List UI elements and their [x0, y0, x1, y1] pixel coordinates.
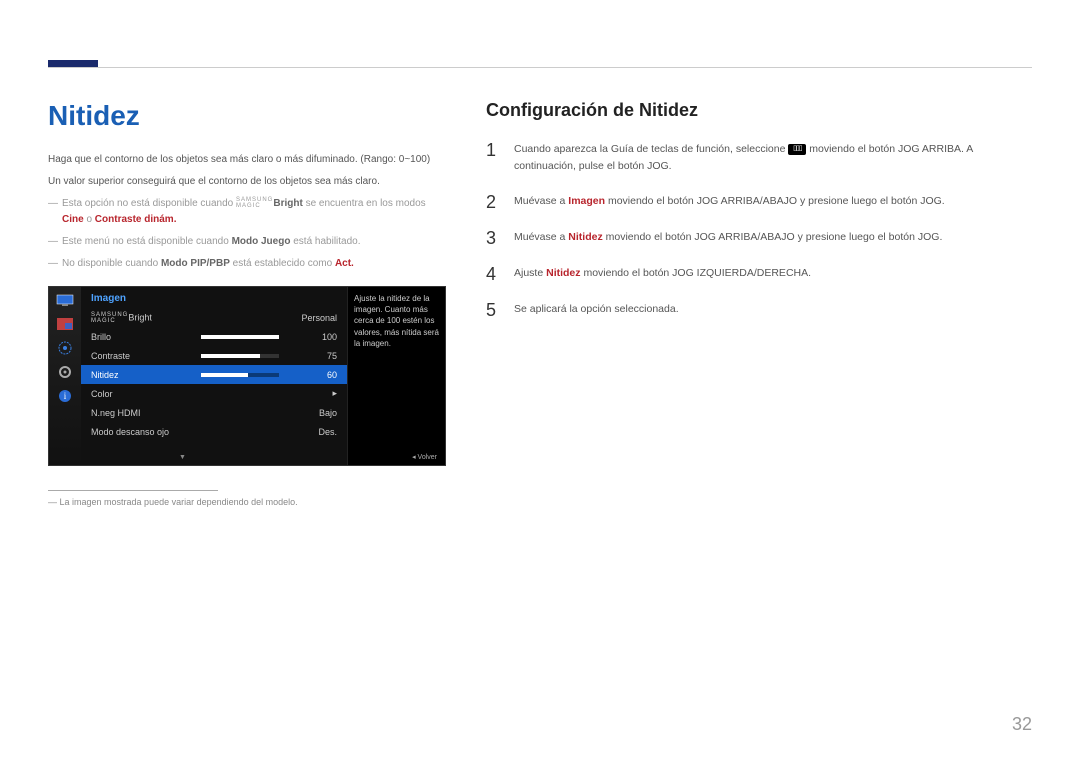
osd-row-nneg: N.neg HDMI Bajo — [81, 403, 347, 422]
step-4-nitidez: Nitidez — [546, 267, 580, 279]
osd-row-descanso: Modo descanso ojo Des. — [81, 422, 347, 441]
osd-scroll-indicator: ▼ — [179, 454, 186, 461]
settings-icon — [56, 341, 74, 355]
step-2-part-c: moviendo el botón JOG ARRIBA/ABAJO y pre… — [605, 195, 945, 207]
step-2: 2 Muévase a Imagen moviendo el botón JOG… — [486, 193, 1032, 211]
note-2-part-c: está habilitado. — [290, 236, 360, 247]
step-1-part-a: Cuando aparezca la Guía de teclas de fun… — [514, 143, 788, 155]
step-5: 5 Se aplicará la opción seleccionada. — [486, 301, 1032, 319]
samsung-magic-logo-osd: SAMSUNGMAGIC — [91, 312, 128, 324]
osd-row-bright: SAMSUNGMAGICBright Personal — [81, 308, 347, 327]
step-num-4: 4 — [486, 265, 498, 283]
step-num-3: 3 — [486, 229, 498, 247]
osd-sidebar: i — [49, 287, 81, 465]
step-3-nitidez: Nitidez — [568, 231, 602, 243]
step-3: 3 Muévase a Nitidez moviendo el botón JO… — [486, 229, 1032, 247]
note-1: Esta opción no está disponible cuando SA… — [48, 196, 446, 228]
note-3-part-a: No disponible cuando — [62, 258, 161, 269]
note-1-cine: Cine — [62, 214, 84, 225]
osd-row-brillo: Brillo 100 — [81, 327, 347, 346]
page-number: 32 — [1012, 714, 1032, 735]
osd-footer-volver: ◂ Volver — [404, 449, 445, 465]
step-1: 1 Cuando aparezca la Guía de teclas de f… — [486, 141, 1032, 175]
osd-row-contraste: Contraste 75 — [81, 346, 347, 365]
page-title: Nitidez — [48, 100, 446, 132]
menu-icon: ▯▯▯ — [788, 144, 806, 155]
osd-description: Ajuste la nitidez de la imagen. Cuanto m… — [347, 287, 445, 465]
step-num-5: 5 — [486, 301, 498, 319]
note-1-contraste: Contraste dinám. — [95, 214, 177, 225]
note-2: Este menú no está disponible cuando Modo… — [48, 234, 446, 250]
note-3-act: Act. — [335, 258, 354, 269]
step-4-part-c: moviendo el botón JOG IZQUIERDA/DERECHA. — [581, 267, 812, 279]
monitor-icon — [56, 293, 74, 307]
config-title: Configuración de Nitidez — [486, 100, 1032, 121]
osd-screenshot: i Imagen SAMSUNGMAGICBright Personal Bri… — [48, 286, 446, 466]
osd-tab-imagen: Imagen — [81, 287, 347, 308]
intro-text-1: Haga que el contorno de los objetos sea … — [48, 152, 446, 168]
step-3-part-c: moviendo el botón JOG ARRIBA/ABAJO y pre… — [603, 231, 943, 243]
note-1-part-e: o — [84, 214, 95, 225]
step-4-part-a: Ajuste — [514, 267, 546, 279]
step-2-imagen: Imagen — [568, 195, 605, 207]
header-rule — [48, 67, 1032, 68]
pip-icon — [56, 317, 74, 331]
osd-row-nitidez: Nitidez 60 — [81, 365, 347, 384]
samsung-magic-logo: SAMSUNGMAGIC — [236, 197, 273, 209]
step-2-part-a: Muévase a — [514, 195, 568, 207]
note-1-part-c: se encuentra en los modos — [303, 198, 426, 209]
header-accent — [48, 60, 98, 67]
note-2-part-a: Este menú no está disponible cuando — [62, 236, 232, 247]
note-3: No disponible cuando Modo PIP/PBP está e… — [48, 256, 446, 272]
intro-text-2: Un valor superior conseguirá que el cont… — [48, 174, 446, 190]
osd-row-color: Color ▸ — [81, 384, 347, 403]
step-4: 4 Ajuste Nitidez moviendo el botón JOG I… — [486, 265, 1032, 283]
osd-main: Imagen SAMSUNGMAGICBright Personal Brill… — [81, 287, 347, 465]
step-3-part-a: Muévase a — [514, 231, 568, 243]
footnote: ― La imagen mostrada puede variar depend… — [48, 497, 446, 507]
note-3-part-c: está establecido como — [230, 258, 335, 269]
info-icon: i — [56, 389, 74, 403]
note-3-pip: Modo PIP/PBP — [161, 258, 230, 269]
note-1-part-a: Esta opción no está disponible cuando — [62, 198, 236, 209]
note-2-modo: Modo Juego — [232, 236, 291, 247]
step-5-text: Se aplicará la opción seleccionada. — [514, 301, 679, 319]
note-1-bright: Bright — [273, 198, 302, 209]
step-num-2: 2 — [486, 193, 498, 211]
footnote-rule — [48, 490, 218, 491]
step-num-1: 1 — [486, 141, 498, 175]
gear-icon — [56, 365, 74, 379]
